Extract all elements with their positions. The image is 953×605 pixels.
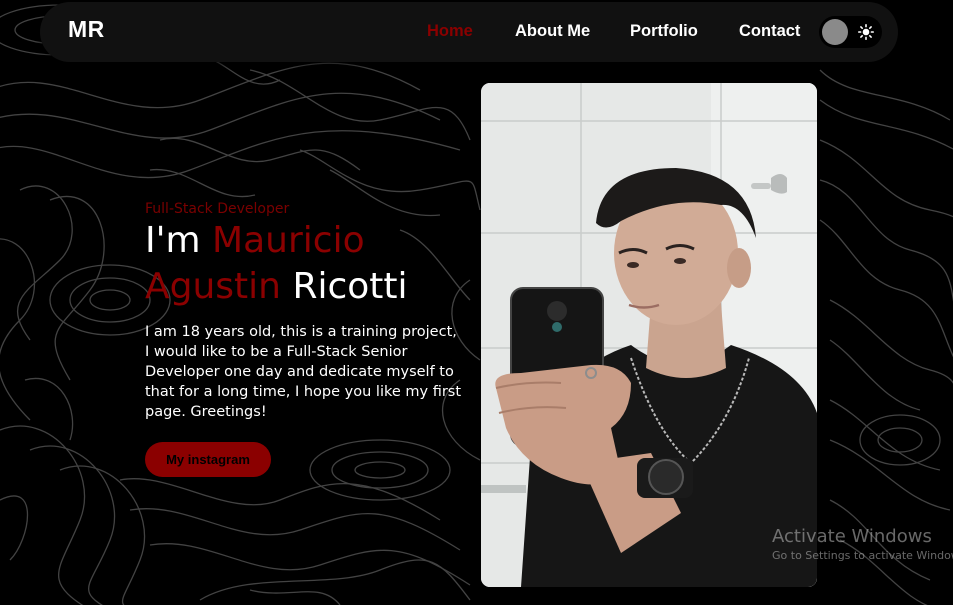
nav-link-contact[interactable]: Contact [739,22,800,41]
hero-name-first: Mauricio [212,220,365,261]
hero-greeting: I'm [145,220,213,261]
hero-section: Full-Stack Developer I'm Mauricio Agustin… [145,200,475,477]
watermark-title: Activate Windows [772,526,932,547]
watermark-subtitle: Go to Settings to activate Windows. [772,549,953,562]
theme-toggle[interactable] [819,16,882,48]
profile-photo [481,83,817,587]
logo[interactable]: MR [68,16,105,43]
hero-name-last: Ricotti [292,266,408,307]
nav-link-about-me[interactable]: About Me [515,22,590,41]
page: MR Home About Me Portfolio Contact Full-… [0,0,953,605]
nav-link-portfolio[interactable]: Portfolio [630,22,698,41]
hero-description: I am 18 years old, this is a training pr… [145,324,462,420]
instagram-button[interactable]: My instagram [145,442,271,477]
hero-subtitle: Full-Stack Developer [145,201,290,217]
sun-icon [858,24,874,40]
hero-headline: I'm Mauricio Agustin Ricotti [145,218,475,310]
toggle-knob [822,19,848,45]
hero-name-middle: Agustin [145,266,281,307]
navbar: MR Home About Me Portfolio Contact [40,2,898,62]
profile-photo-illustration [481,83,817,587]
activate-windows-watermark: Activate Windows Go to Settings to activ… [772,526,953,564]
nav-link-home[interactable]: Home [427,22,473,41]
